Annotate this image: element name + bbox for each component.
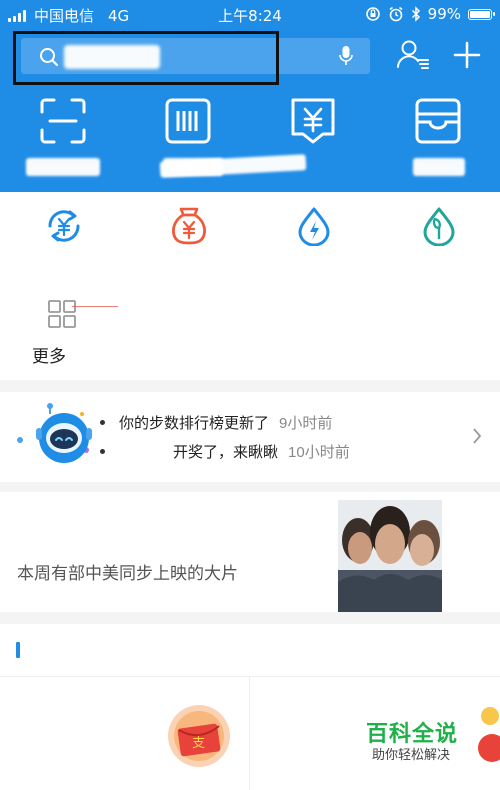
notice-item[interactable]: 你的步数排行榜更新了 9小时前 <box>100 410 332 434</box>
watermark-logo: 百科全说 助你轻松解决 <box>360 714 500 784</box>
more-apps-button[interactable]: 更多 <box>30 300 100 370</box>
red-packet-icon[interactable]: 支 <box>167 704 231 768</box>
notice-item[interactable]: 开奖了，来瞅瞅 10小时前 <box>100 439 350 463</box>
chevron-right-icon[interactable] <box>472 427 482 445</box>
quick-action-scan[interactable] <box>18 96 108 186</box>
movie-poster-image <box>338 500 442 612</box>
annotation-line <box>72 306 118 307</box>
recommend-section: 支 百科全说 助你轻松解决 <box>0 624 500 790</box>
watermark-subtitle: 助你轻松解决 <box>372 748 451 763</box>
robot-avatar-icon <box>17 403 92 463</box>
status-bar: 中国电信 4G 上午8:24 99% <box>0 0 500 28</box>
promo-card[interactable]: 本周有部中美同步上映的大片 <box>0 492 500 612</box>
barcode-pay-icon <box>165 98 211 144</box>
yuan-transfer-icon <box>48 210 80 242</box>
notice-text: 开奖了，来瞅瞅 <box>173 443 279 461</box>
leaf-drop-icon <box>423 207 455 246</box>
section-accent-bar <box>16 642 20 658</box>
card-wallet-icon <box>415 98 461 144</box>
app-transfer[interactable] <box>13 202 113 272</box>
alarm-icon <box>389 6 403 22</box>
scan-icon <box>40 98 86 144</box>
notice-time: 10小时前 <box>288 443 350 461</box>
svg-text:支: 支 <box>192 736 205 751</box>
grid-icon <box>48 300 76 328</box>
quick-action-card[interactable] <box>393 96 483 186</box>
highlight-box <box>13 31 279 85</box>
notification-card[interactable]: 你的步数排行榜更新了 9小时前 开奖了，来瞅瞅 10小时前 <box>0 392 500 482</box>
promo-text: 本周有部中美同步上映的大片 <box>17 564 238 583</box>
app-ant-forest[interactable] <box>388 202 488 272</box>
bullet-icon <box>100 419 105 425</box>
app-grid: 更多 <box>0 192 500 380</box>
bullet-icon <box>100 448 105 454</box>
quick-action-label <box>26 158 100 176</box>
quick-action-label <box>413 158 465 176</box>
home-header: 中国电信 4G 上午8:24 99% <box>0 0 500 192</box>
notice-text: 你的步数排行榜更新了 <box>119 414 270 432</box>
app-utilities[interactable] <box>263 202 363 272</box>
battery-icon <box>468 8 495 20</box>
divider <box>249 676 250 790</box>
contacts-icon[interactable] <box>396 38 430 72</box>
more-label: 更多 <box>32 347 66 366</box>
bluetooth-icon <box>411 6 420 22</box>
yuan-receipt-icon <box>291 98 335 144</box>
quick-action-collect[interactable] <box>159 96 358 186</box>
notice-time: 9小时前 <box>279 414 333 432</box>
lightning-drop-icon <box>298 207 330 246</box>
plus-icon[interactable] <box>452 40 482 70</box>
rotation-lock-icon <box>365 7 380 21</box>
app-yuebao[interactable] <box>138 202 238 272</box>
microphone-icon[interactable] <box>339 45 353 67</box>
divider <box>0 676 500 677</box>
money-bag-icon <box>172 207 206 245</box>
battery-percent: 99% <box>427 5 461 23</box>
